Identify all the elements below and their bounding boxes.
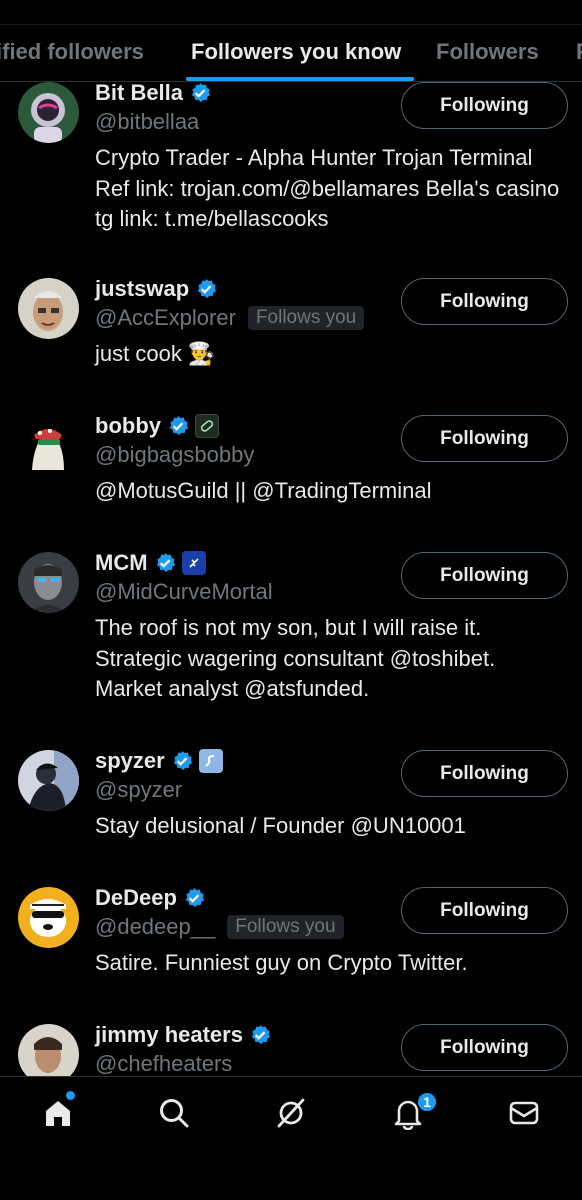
home-unread-dot — [66, 1091, 75, 1100]
name-line: jimmy heaters — [95, 1021, 271, 1049]
handle-line: @MidCurveMortal — [95, 579, 273, 605]
user-name[interactable]: spyzer — [95, 748, 165, 774]
avatar[interactable] — [18, 82, 79, 143]
verified-badge-icon — [251, 1025, 271, 1045]
handle-line: @dedeep__ Follows you — [95, 914, 344, 940]
following-button[interactable]: Following — [401, 415, 568, 462]
user-bio: The roof is not my son, but I will raise… — [95, 615, 496, 701]
toshibet-badge-icon[interactable] — [181, 551, 206, 575]
user-name[interactable]: justswap — [95, 276, 189, 302]
user-name[interactable]: Bit Bella — [95, 82, 183, 106]
following-button[interactable]: Following — [401, 82, 568, 129]
user-name[interactable]: bobby — [95, 413, 161, 439]
tab-followers[interactable]: Followers — [436, 39, 539, 65]
verified-badge-icon — [185, 888, 205, 908]
following-button[interactable]: Following — [401, 552, 568, 599]
verified-badge-icon — [173, 751, 192, 771]
following-button[interactable]: Following — [401, 887, 568, 934]
tab-verified-followers[interactable]: ified followers — [0, 39, 144, 65]
un-badge-icon[interactable] — [198, 749, 223, 773]
user-handle: @bigbagsbobby — [95, 442, 255, 467]
user-bio: Stay delusional / Founder @UN10001 — [95, 813, 466, 838]
tab-overflow[interactable]: F — [576, 39, 582, 65]
following-button[interactable]: Following — [401, 278, 568, 325]
following-button[interactable]: Following — [401, 750, 568, 797]
avatar[interactable] — [18, 1024, 79, 1076]
user-bio: just cook 👨‍🍳 — [95, 341, 216, 366]
messages-icon[interactable] — [504, 1093, 544, 1133]
user-list: Bit Bella @bitbellaa Crypto Trader - Alp… — [0, 82, 582, 1076]
tab-followers-you-know[interactable]: Followers you know — [191, 39, 401, 65]
avatar[interactable] — [18, 887, 79, 948]
handle-line: @spyzer — [95, 777, 182, 803]
name-line: justswap — [95, 275, 217, 303]
user-name[interactable]: MCM — [95, 550, 148, 576]
user-bio: @MotusGuild || @TradingTerminal — [95, 478, 432, 503]
name-line: spyzer — [95, 747, 223, 775]
user-handle: @MidCurveMortal — [95, 579, 273, 604]
user-name[interactable]: DeDeep — [95, 885, 177, 911]
user-handle: @AccExplorer — [95, 305, 236, 330]
pill-badge-icon[interactable] — [195, 414, 219, 438]
name-line: Bit Bella — [95, 82, 211, 107]
following-button[interactable]: Following — [401, 1024, 568, 1071]
tab-bar: ified followers Followers you know Follo… — [0, 24, 582, 82]
verified-badge-icon — [198, 279, 217, 299]
user-handle: @spyzer — [95, 777, 183, 802]
avatar[interactable] — [18, 415, 79, 476]
avatar[interactable] — [18, 278, 79, 339]
avatar[interactable] — [18, 552, 79, 613]
bottom-nav: 1 — [0, 1076, 582, 1200]
handle-line: @chefheaters — [95, 1051, 232, 1076]
avatar[interactable] — [18, 750, 79, 811]
user-handle: @chefheaters — [95, 1051, 233, 1076]
grok-icon[interactable] — [271, 1093, 311, 1133]
verified-badge-icon — [191, 83, 211, 103]
verified-badge-icon — [156, 553, 175, 573]
name-line: DeDeep — [95, 884, 205, 912]
follows-you-badge: Follows you — [227, 915, 344, 939]
handle-line: @bitbellaa — [95, 109, 199, 135]
user-handle: @bitbellaa — [95, 109, 200, 134]
verified-badge-icon — [169, 416, 189, 436]
user-bio: Crypto Trader - Alpha Hunter Trojan Term… — [95, 145, 560, 231]
handle-line: @AccExplorer Follows you — [95, 305, 365, 331]
follows-you-badge: Follows you — [247, 306, 365, 330]
user-bio: Satire. Funniest guy on Crypto Twitter. — [95, 950, 468, 975]
user-handle: @dedeep__ — [95, 914, 216, 939]
notification-count-badge: 1 — [416, 1091, 438, 1113]
name-line: bobby — [95, 412, 219, 440]
handle-line: @bigbagsbobby — [95, 442, 254, 468]
active-tab-indicator — [186, 77, 414, 81]
name-line: MCM — [95, 549, 206, 577]
user-name[interactable]: jimmy heaters — [95, 1022, 243, 1048]
search-icon[interactable] — [154, 1093, 194, 1133]
